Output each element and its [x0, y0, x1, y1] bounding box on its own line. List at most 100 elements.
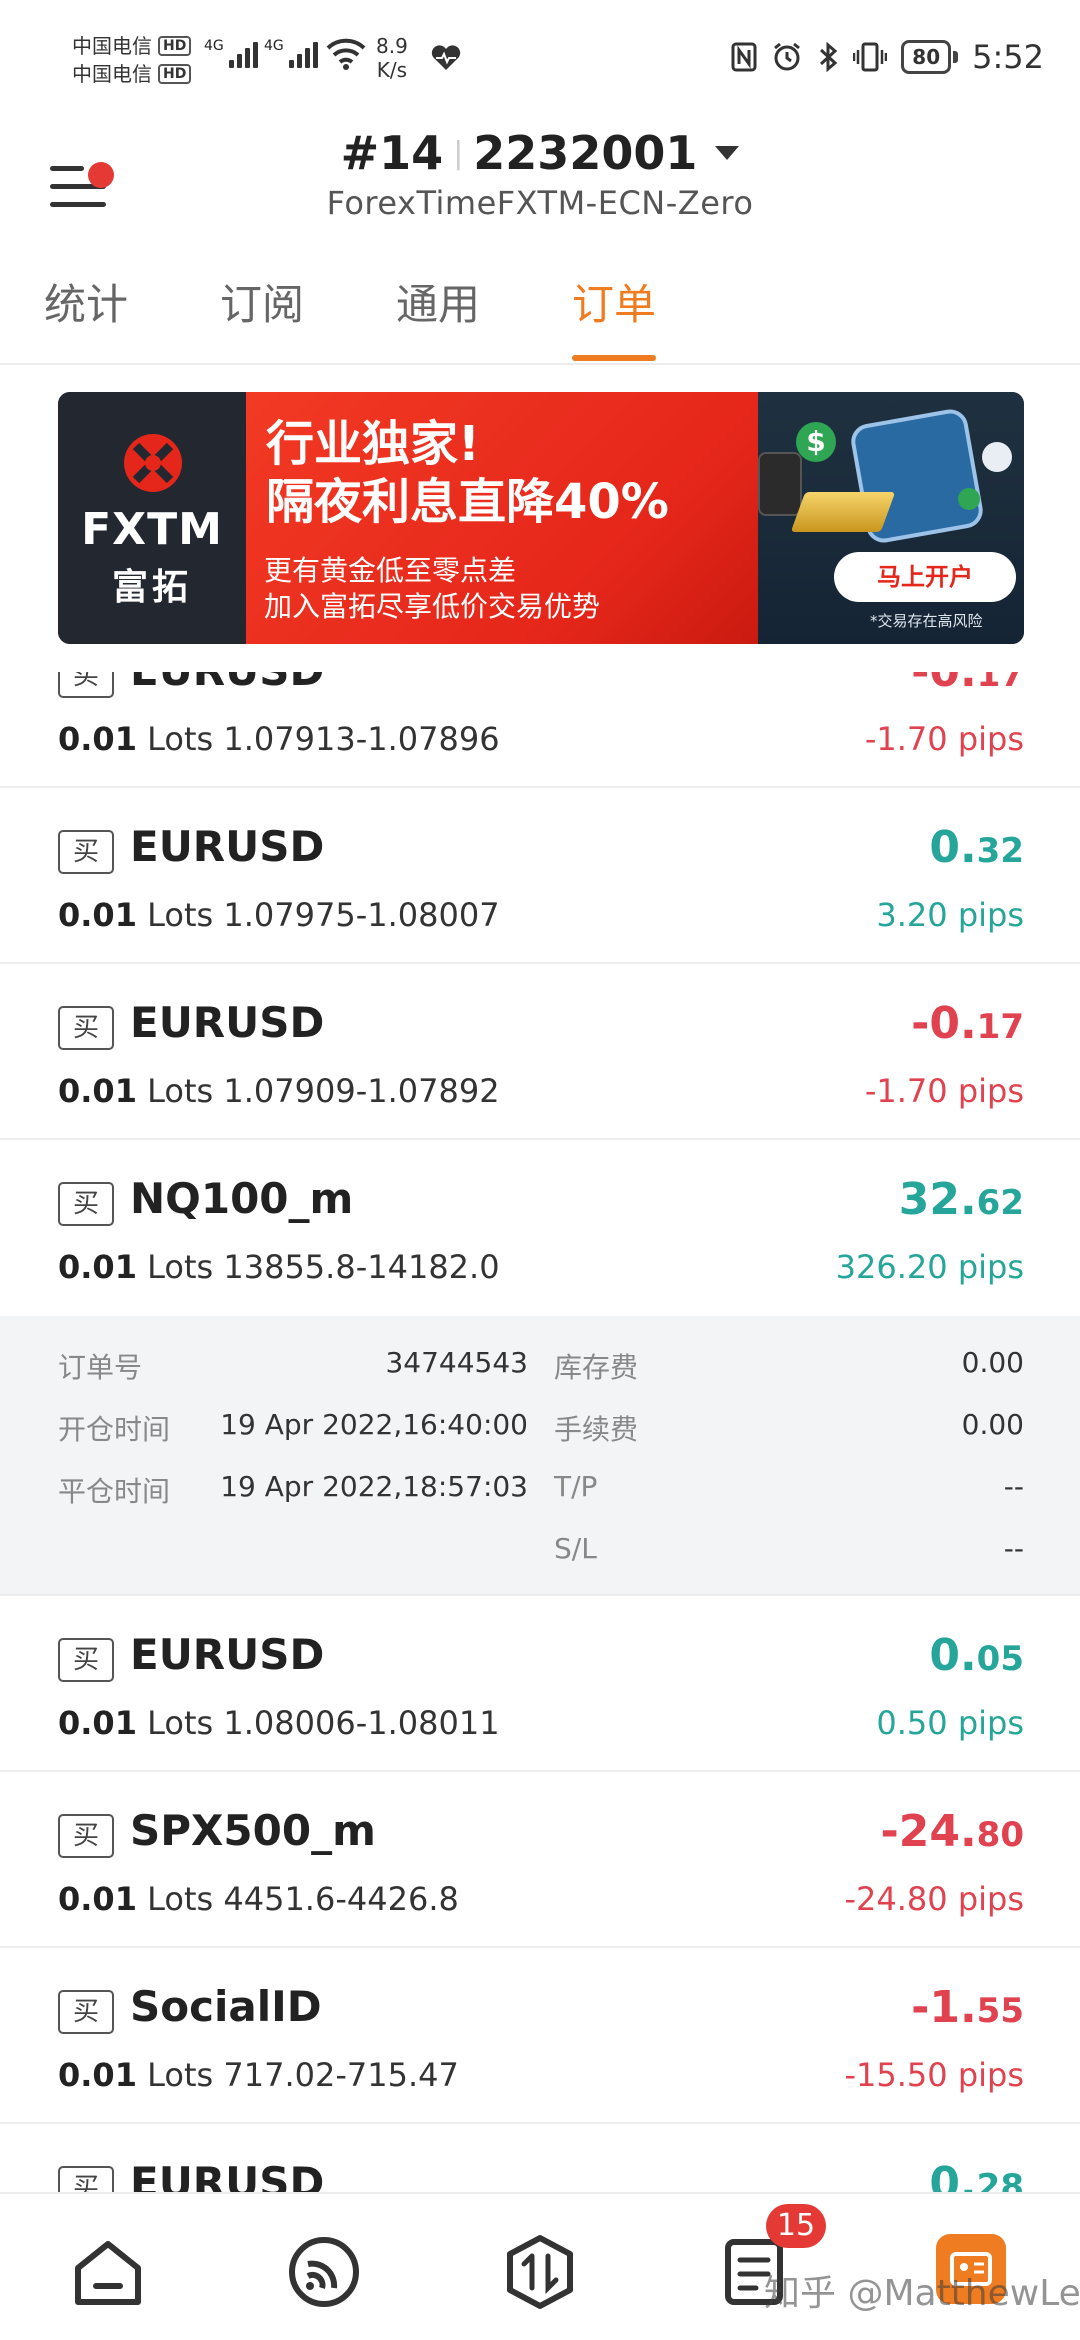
order-row[interactable]: 买 EURUSD 0.01 Lots 1.08006-1.08011 0.05 …	[0, 1596, 1080, 1772]
caret-down-icon[interactable]	[715, 146, 740, 160]
order-pips: 0.50 pips	[876, 1704, 1024, 1742]
tab-orders[interactable]: 订单	[572, 270, 657, 363]
order-profit: 0.05	[929, 1630, 1024, 1681]
order-profit: -1.55	[911, 1982, 1024, 2033]
oil-barrel-illustration	[758, 452, 802, 516]
price-range: 13855.8-14182.0	[223, 1248, 500, 1286]
order-row-expanded[interactable]: 买 NQ100_m 0.01 Lots 13855.8-14182.0 32.6…	[0, 1140, 1080, 1316]
brand-panel: FXTM 富拓	[58, 392, 246, 644]
lot-size: 0.01	[58, 1072, 137, 1110]
lot-size: 0.01	[58, 2056, 137, 2094]
price-range: 1.07913-1.07896	[223, 720, 500, 758]
account-number: 2232001	[473, 126, 698, 180]
profit-int: 0.	[929, 1630, 977, 1681]
order-row[interactable]: 买 EURUSD 0.01 Lots 1.07975-1.08007 0.32 …	[0, 788, 1080, 964]
coin-icon	[958, 488, 980, 510]
bottom-nav: 15 知乎 @MatthewLee	[0, 2192, 1080, 2340]
trade-icon[interactable]	[502, 2234, 578, 2310]
buy-tag: 买	[58, 1006, 114, 1050]
order-lots-prices: 0.01 Lots 1.07913-1.07896	[58, 720, 500, 758]
profit-int: 0.	[929, 822, 977, 873]
profit-int: -1.	[911, 1982, 977, 2033]
order-row[interactable]: 买 SocialID 0.01 Lots 717.02-715.47 -1.55…	[0, 1948, 1080, 2124]
swap-label: 库存费	[554, 1351, 639, 1384]
lot-unit: Lots	[147, 896, 214, 934]
order-row[interactable]: 买 EURUSD 0.28	[0, 2124, 1080, 2192]
order-lots-prices: 0.01 Lots 1.08006-1.08011	[58, 1704, 500, 1742]
battery-level: 80	[901, 40, 952, 74]
network-type-1: 4G	[204, 38, 224, 54]
signal-icon[interactable]	[286, 2234, 362, 2310]
tab-general[interactable]: 通用	[396, 270, 480, 363]
buy-tag: 买	[58, 1990, 114, 2034]
take-profit-value: --	[1003, 1470, 1024, 1503]
alarm-icon	[774, 42, 801, 71]
promo-panel: 行业独家! 隔夜利息直降40% 更有黄金低至零点差 加入富拓尽享低价交易优势	[246, 392, 766, 644]
account-index: #14	[340, 126, 444, 180]
wifi-icon	[326, 38, 366, 70]
account-switcher[interactable]: #14 | 2232001 ForexTimeFXTM-ECN-Zero	[0, 126, 1080, 222]
order-profit: -0.17	[911, 998, 1024, 1049]
hd-badge-1: HD	[158, 36, 192, 56]
swap-value: 0.00	[961, 1346, 1024, 1379]
profit-dec: 62	[976, 1183, 1024, 1223]
orders-list[interactable]: 买 EURUSD 0.01 Lots 1.07913-1.07896 -0.17…	[0, 672, 1080, 2192]
speed-unit: K/s	[376, 58, 408, 82]
bluetooth-icon	[820, 41, 838, 73]
price-range: 1.07975-1.08007	[223, 896, 500, 934]
status-bar: 中国电信 HD 中国电信 HD 4G 4G 8.9 K/s 80 5:52	[0, 0, 1080, 120]
signal-1-icon: 4G	[204, 38, 258, 68]
lot-size: 0.01	[58, 720, 137, 758]
price-range: 1.07909-1.07892	[223, 1072, 500, 1110]
order-profit: 0.28	[929, 2158, 1024, 2192]
fxtm-logo-icon	[124, 434, 182, 492]
order-lots-prices: 0.01 Lots 1.07909-1.07892	[58, 1072, 500, 1110]
order-symbol: EURUSD	[130, 1630, 325, 1679]
buy-tag: 买	[58, 1814, 114, 1858]
profit-dec: 28	[976, 2167, 1024, 2192]
buy-tag: 买	[58, 672, 114, 698]
speed-value: 8.9	[376, 34, 408, 58]
order-pips: -15.50 pips	[844, 2056, 1024, 2094]
buy-tag: 买	[58, 2166, 114, 2192]
order-row[interactable]: 买 EURUSD 0.01 Lots 1.07909-1.07892 -0.17…	[0, 964, 1080, 1140]
stop-loss-value: --	[1003, 1532, 1024, 1565]
nfc-icon	[731, 42, 757, 72]
open-account-button[interactable]: 马上开户	[834, 552, 1016, 602]
order-pips: -1.70 pips	[864, 1072, 1024, 1110]
profit-dec: 55	[976, 1991, 1024, 2031]
profit-dec: 17	[976, 672, 1024, 695]
gold-bar-illustration	[790, 492, 896, 532]
order-symbol: EURUSD	[130, 672, 324, 695]
profit-dec: 32	[976, 831, 1024, 871]
order-number-value: 34744543	[385, 1346, 528, 1379]
order-row[interactable]: 买 SPX500_m 0.01 Lots 4451.6-4426.8 -24.8…	[0, 1772, 1080, 1948]
lot-unit: Lots	[147, 1880, 214, 1918]
order-lots-prices: 0.01 Lots 4451.6-4426.8	[58, 1880, 459, 1918]
profit-dec: 80	[976, 1815, 1024, 1855]
home-icon[interactable]	[70, 2234, 146, 2310]
order-symbol: EURUSD	[130, 998, 325, 1047]
order-lots-prices: 0.01 Lots 13855.8-14182.0	[58, 1248, 500, 1286]
order-lots-prices: 0.01 Lots 1.07975-1.08007	[58, 896, 500, 934]
hd-badge-2: HD	[158, 64, 192, 84]
order-pips: 326.20 pips	[835, 1248, 1024, 1286]
order-pips: -24.80 pips	[844, 1880, 1024, 1918]
profit-int: 32.	[898, 1174, 977, 1225]
lot-unit: Lots	[147, 1248, 214, 1286]
tab-subscriptions[interactable]: 订阅	[220, 270, 304, 363]
order-row[interactable]: 买 EURUSD 0.01 Lots 1.07913-1.07896 -0.17…	[0, 672, 1080, 788]
watermark: 知乎 @MatthewLee	[764, 2273, 1080, 2314]
profit-dec: 05	[976, 1639, 1024, 1679]
promo-headline-1: 行业独家!	[266, 416, 480, 472]
battery-icon: 80	[901, 40, 959, 74]
brand-name-cn: 富拓	[111, 567, 192, 608]
order-lots-prices: 0.01 Lots 717.02-715.47	[58, 2056, 459, 2094]
tab-statistics[interactable]: 统计	[44, 270, 128, 363]
network-type-2: 4G	[264, 38, 284, 54]
net-speed: 8.9 K/s	[376, 34, 408, 82]
order-symbol: EURUSD	[130, 2158, 325, 2192]
order-symbol: SPX500_m	[130, 1806, 376, 1855]
profit-int: -0.	[911, 672, 977, 697]
promo-banner[interactable]: FXTM 富拓 行业独家! 隔夜利息直降40% 更有黄金低至零点差 加入富拓尽享…	[58, 392, 1024, 644]
